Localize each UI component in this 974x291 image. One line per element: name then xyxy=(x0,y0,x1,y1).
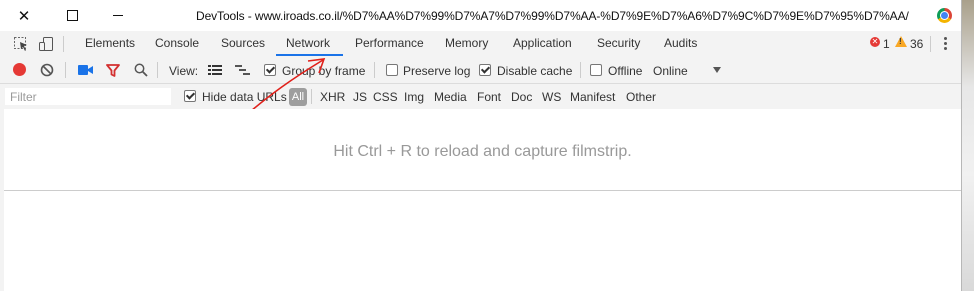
list-view-icon[interactable] xyxy=(208,64,222,76)
divider xyxy=(63,36,64,52)
chrome-icon xyxy=(937,8,952,23)
inspect-icon[interactable] xyxy=(13,36,29,52)
type-filter-css[interactable]: CSS xyxy=(373,90,398,104)
desktop-background xyxy=(961,0,974,291)
hide-data-urls-checkbox[interactable] xyxy=(184,90,196,102)
warning-count[interactable]: 36 xyxy=(910,37,923,51)
tab-application[interactable]: Application xyxy=(511,31,574,57)
disable-cache-checkbox[interactable] xyxy=(479,64,491,76)
offline-label[interactable]: Offline xyxy=(608,64,642,78)
disable-cache-label[interactable]: Disable cache xyxy=(497,64,572,78)
preserve-log-checkbox[interactable] xyxy=(386,64,398,76)
record-icon[interactable] xyxy=(13,63,26,76)
window-title: DevTools - www.iroads.co.il/%D7%AA%D7%99… xyxy=(196,9,909,23)
chevron-down-icon[interactable] xyxy=(713,67,721,73)
error-count[interactable]: 1 xyxy=(883,37,890,51)
clear-icon[interactable] xyxy=(40,63,54,77)
close-icon: ✕ xyxy=(17,7,31,25)
maximize-button[interactable] xyxy=(49,0,95,31)
tab-sources[interactable]: Sources xyxy=(219,31,267,57)
camera-icon[interactable] xyxy=(78,64,94,76)
error-icon[interactable]: ✕ xyxy=(870,37,880,47)
type-filter-other[interactable]: Other xyxy=(626,90,656,104)
type-filter-media[interactable]: Media xyxy=(434,90,467,104)
view-label: View: xyxy=(169,64,199,78)
divider xyxy=(374,62,375,78)
preserve-log-label[interactable]: Preserve log xyxy=(403,64,470,78)
tab-audits[interactable]: Audits xyxy=(662,31,699,57)
type-filter-ws[interactable]: WS xyxy=(542,90,561,104)
network-toolbar: View: Group by frame Preserve log Disabl… xyxy=(0,57,961,84)
type-filter-js[interactable]: JS xyxy=(353,90,367,104)
search-icon[interactable] xyxy=(134,63,148,77)
divider xyxy=(930,36,931,52)
divider xyxy=(157,62,158,78)
minimize-button[interactable] xyxy=(95,0,141,31)
minimize-icon xyxy=(113,15,123,16)
type-filter-doc[interactable]: Doc xyxy=(511,90,532,104)
offline-checkbox[interactable] xyxy=(590,64,602,76)
kebab-menu-icon[interactable] xyxy=(944,37,947,52)
tab-security[interactable]: Security xyxy=(595,31,642,57)
divider xyxy=(65,62,66,78)
annotation-arrow xyxy=(250,58,326,112)
panel-tabs: Elements Console Sources Network Perform… xyxy=(0,31,961,58)
devtools-window: ✕ DevTools - www.iroads.co.il/%D7%AA%D7%… xyxy=(0,0,962,291)
filter-input[interactable] xyxy=(5,88,171,105)
tab-performance[interactable]: Performance xyxy=(353,31,426,57)
filter-icon[interactable] xyxy=(106,64,120,77)
type-filter-manifest[interactable]: Manifest xyxy=(570,90,615,104)
throttling-select[interactable]: Online xyxy=(653,64,688,78)
divider xyxy=(580,62,581,78)
tab-console[interactable]: Console xyxy=(153,31,201,57)
title-bar: ✕ DevTools - www.iroads.co.il/%D7%AA%D7%… xyxy=(0,0,961,32)
filmstrip-pane: Hit Ctrl + R to reload and capture films… xyxy=(4,109,961,191)
device-toggle-icon[interactable] xyxy=(38,36,54,52)
tab-memory[interactable]: Memory xyxy=(443,31,490,57)
tab-elements[interactable]: Elements xyxy=(83,31,137,57)
filmstrip-message: Hit Ctrl + R to reload and capture films… xyxy=(333,143,632,160)
type-filter-font[interactable]: Font xyxy=(477,90,501,104)
warning-icon[interactable] xyxy=(895,36,907,47)
close-button[interactable]: ✕ xyxy=(1,0,47,31)
maximize-icon xyxy=(66,10,78,21)
request-list xyxy=(4,191,961,291)
type-filter-img[interactable]: Img xyxy=(404,90,424,104)
